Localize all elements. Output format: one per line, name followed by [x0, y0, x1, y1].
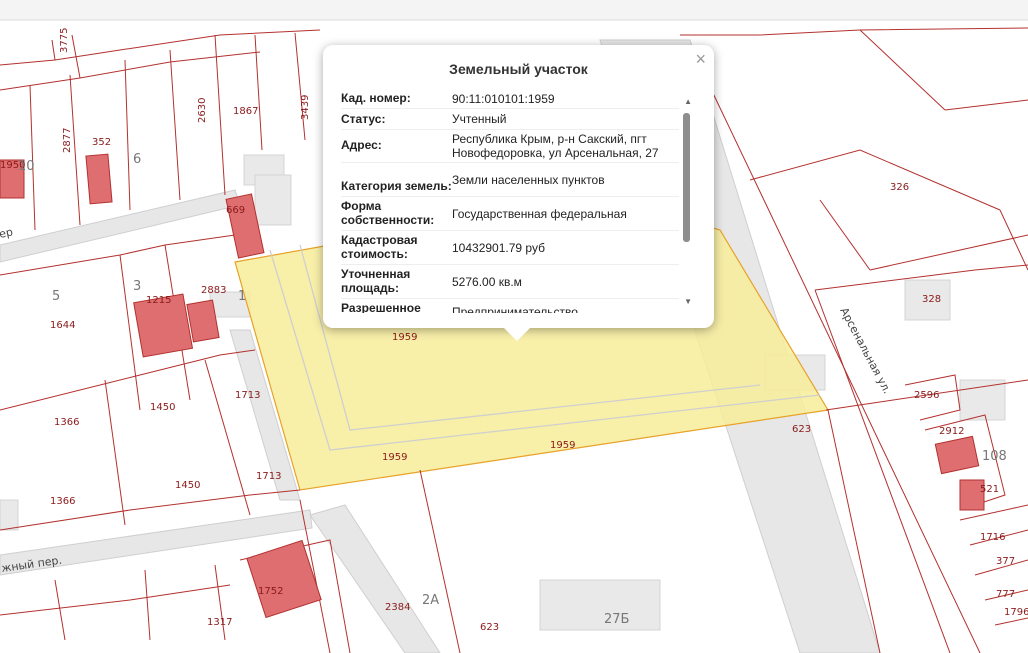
- info-key: Кад. номер:: [341, 91, 411, 105]
- info-row-area: Уточненная площадь: 5276.00 кв.м: [341, 265, 679, 299]
- popup-body[interactable]: Кад. номер: 90:11:010101:1959 Статус: Уч…: [341, 89, 679, 313]
- parcel-label: 1716: [980, 532, 1005, 543]
- scroll-down-icon[interactable]: ▼: [684, 297, 692, 306]
- info-key: Статус:: [341, 112, 386, 126]
- parcel-label: 1450: [150, 402, 175, 413]
- parcel-label: 1644: [50, 320, 75, 331]
- parcel-label: 2630: [197, 98, 208, 123]
- info-key: Разрешенное использование:: [341, 301, 421, 313]
- parcel-label: 669: [226, 205, 245, 216]
- info-row-cadastral-number: Кад. номер: 90:11:010101:1959: [341, 89, 679, 109]
- parcel-label: 777: [996, 589, 1015, 600]
- parcel-label: 3775: [59, 28, 70, 53]
- block-label: 5: [52, 289, 60, 304]
- parcel-label: 1959: [382, 452, 407, 463]
- parcel-label: 1959: [392, 332, 417, 343]
- info-key: Уточненная площадь:: [341, 267, 411, 295]
- info-value: 5276.00 кв.м: [452, 274, 522, 289]
- parcel-label: 1215: [146, 295, 171, 306]
- parcel-label: 623: [792, 424, 811, 435]
- map-view[interactable]: 3775 1867 352 2877 2630 3439 1950 669 12…: [0, 0, 1028, 653]
- info-value: Республика Крым, р-н Сакский, пгт Новофе…: [452, 132, 659, 160]
- parcel-label: 2877: [62, 128, 73, 153]
- parcel-label: 1450: [175, 480, 200, 491]
- info-row-ownership: Форма собственности: Государственная фед…: [341, 197, 679, 231]
- parcel-label: 1959: [550, 440, 575, 451]
- parcel-label: 521: [980, 484, 999, 495]
- parcel-label: 2883: [201, 285, 226, 296]
- parcel-label: 2384: [385, 602, 410, 613]
- parcel-label: 2912: [939, 426, 964, 437]
- parcel-label: 2596: [914, 390, 939, 401]
- info-row-status: Статус: Учтенный: [341, 109, 679, 130]
- close-icon[interactable]: ×: [695, 49, 706, 70]
- parcel-label: 326: [890, 182, 909, 193]
- info-key: Форма собственности:: [341, 199, 435, 227]
- parcel-info-popup: Земельный участок × Кад. номер: 90:11:01…: [323, 45, 714, 341]
- block-label: 27Б: [604, 612, 629, 627]
- block-label: 2А: [422, 593, 439, 608]
- block-label: 1: [238, 289, 246, 304]
- top-strip: [0, 0, 1028, 20]
- info-value: Земли населенных пунктов: [452, 172, 605, 187]
- info-key: Кадастровая стоимость:: [341, 233, 418, 261]
- info-value: 10432901.79 руб: [452, 240, 545, 255]
- info-row-cadastral-value: Кадастровая стоимость: 10432901.79 руб: [341, 231, 679, 265]
- parcel-label: 377: [996, 556, 1015, 567]
- info-value: Предпринимательство: [452, 305, 578, 313]
- parcel-label: 1796: [1004, 607, 1028, 618]
- parcel-label: 1713: [235, 390, 260, 401]
- street-label: Арсенальная ул.: [837, 305, 893, 396]
- info-row-permitted-use: Разрешенное использование: Предпринимате…: [341, 299, 679, 313]
- parcel-label: 328: [922, 294, 941, 305]
- parcel-label: 1713: [256, 471, 281, 482]
- parcel-label: 1867: [233, 106, 258, 117]
- scroll-up-icon[interactable]: ▲: [684, 97, 692, 106]
- info-value: Учтенный: [452, 112, 507, 126]
- street-label: ер: [0, 225, 14, 241]
- info-value: 90:11:010101:1959: [452, 91, 555, 106]
- parcel-label: 1317: [207, 617, 232, 628]
- info-row-land-category: Категория земель: Земли населенных пункт…: [341, 163, 679, 197]
- block-label: 10: [18, 159, 35, 174]
- parcel-label: 623: [480, 622, 499, 633]
- info-value: Государственная федеральная: [452, 206, 627, 221]
- info-key: Адрес:: [341, 137, 382, 152]
- parcel-label: 1366: [54, 417, 79, 428]
- block-label: 6: [133, 152, 141, 167]
- block-label: 3: [133, 279, 141, 294]
- info-key: Категория земель:: [341, 179, 452, 193]
- parcel-label: 3439: [300, 95, 311, 120]
- popup-title: Земельный участок: [449, 61, 588, 77]
- parcel-label: 1366: [50, 496, 75, 507]
- block-label: 108: [982, 449, 1007, 464]
- info-row-address: Адрес: Республика Крым, р-н Сакский, пгт…: [341, 130, 679, 163]
- parcel-label: 352: [92, 137, 111, 148]
- scrollbar-thumb[interactable]: [683, 113, 690, 242]
- parcel-label: 1752: [258, 586, 283, 597]
